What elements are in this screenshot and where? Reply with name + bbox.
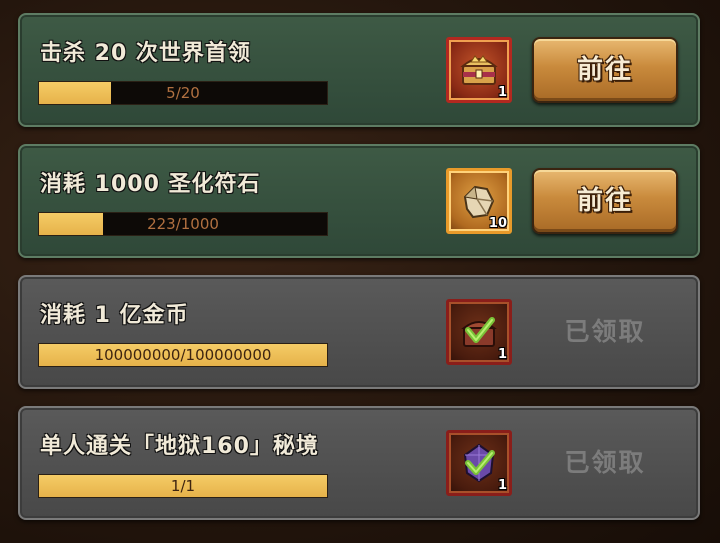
reward-quantity: 1 — [497, 347, 507, 362]
purple-gem-icon — [463, 443, 495, 483]
reward-quantity: 10 — [488, 216, 507, 231]
claimed-label: 已领取 — [564, 448, 646, 477]
progress-text: 1/1 — [170, 477, 196, 495]
claimed-label: 已领取 — [564, 317, 646, 346]
progress-bar: 100000000/100000000 — [38, 343, 328, 367]
progress-bar: 5/20 — [38, 81, 328, 105]
reward-slot[interactable]: 1 — [446, 430, 512, 496]
go-button[interactable]: 前往 — [532, 168, 678, 234]
task-title: 消耗 1000 圣化符石 — [40, 172, 261, 197]
progress-text: 223/1000 — [147, 215, 219, 233]
progress-bar: 223/1000 — [38, 212, 328, 236]
task-title: 单人通关「地狱160」秘境 — [40, 434, 319, 459]
task-card-consume-rune-stone: 消耗 1000 圣化符石 223/1000 10 前往 — [18, 144, 700, 258]
progress-bar: 1/1 — [38, 474, 328, 498]
reward-quantity: 1 — [497, 85, 507, 100]
task-title: 击杀 20 次世界首领 — [40, 41, 251, 66]
progress-text: 5/20 — [166, 84, 200, 102]
task-card-clear-hell-160: 单人通关「地狱160」秘境 1/1 1 已领取 — [18, 406, 700, 520]
go-button[interactable]: 前往 — [532, 37, 678, 103]
progress-text: 100000000/100000000 — [94, 346, 272, 364]
green-chest-icon — [461, 317, 497, 347]
treasure-chest-icon — [460, 55, 498, 85]
reward-slot[interactable]: 1 — [446, 299, 512, 365]
reward-quantity: 1 — [497, 478, 507, 493]
reward-slot[interactable]: 10 — [446, 168, 512, 234]
task-card-consume-gold: 消耗 1 亿金币 100000000/100000000 1 已领取 — [18, 275, 700, 389]
task-card-kill-world-boss: 击杀 20 次世界首领 5/20 1 前往 — [18, 13, 700, 127]
reward-slot[interactable]: 1 — [446, 37, 512, 103]
task-title: 消耗 1 亿金币 — [40, 303, 189, 328]
